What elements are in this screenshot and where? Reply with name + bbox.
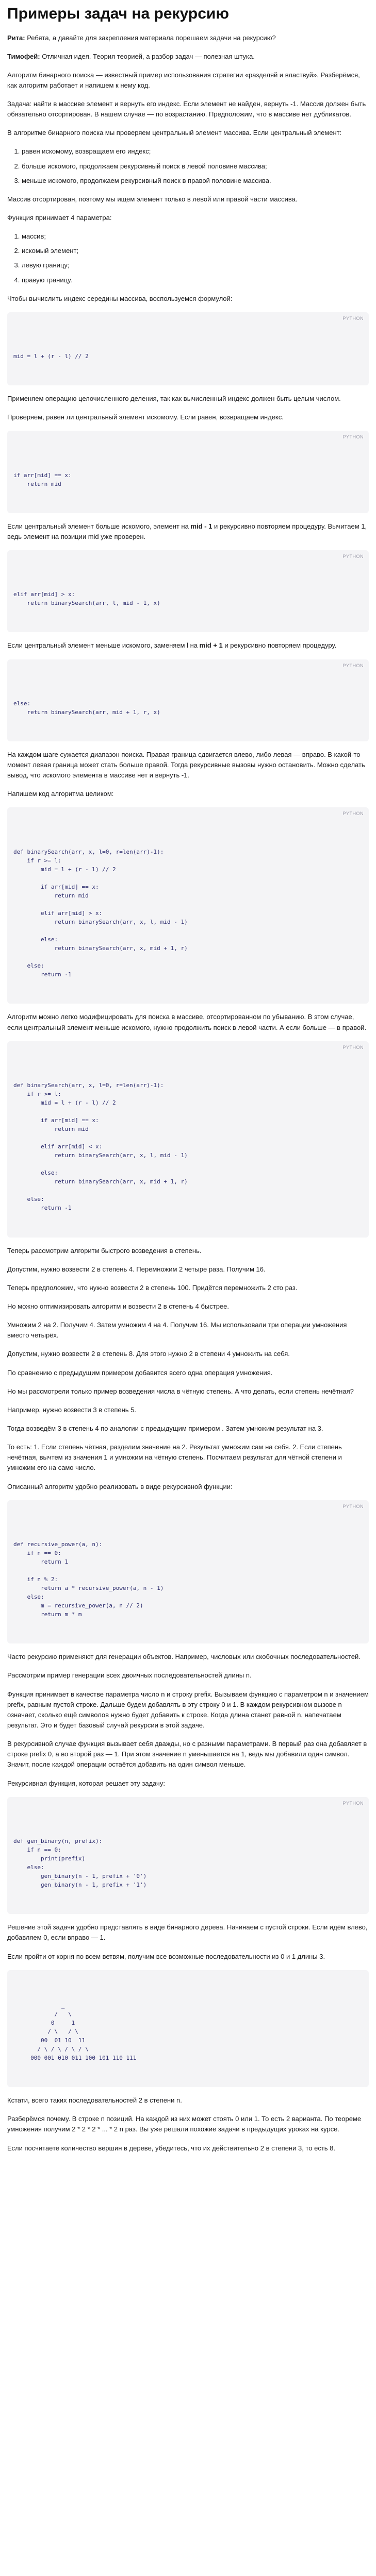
list-item: искомый элемент;	[22, 246, 369, 256]
paragraph: Задача: найти в массиве элемент и вернут…	[7, 100, 366, 118]
code-content: def gen_binary(n, prefix): if n == 0: pr…	[13, 1837, 147, 1889]
paragraph: Допустим, нужно возвести 2 в степень 8. …	[7, 1350, 290, 1358]
code-language-label: PYTHON	[342, 315, 364, 321]
paragraph: Разберёмся почему. В строке n позиций. Н…	[7, 2115, 362, 2133]
paragraph: Если центральный элемент больше искомого…	[7, 522, 367, 540]
list-item: массив;	[22, 231, 369, 242]
code-language-label: PYTHON	[342, 1044, 364, 1050]
paragraph: Алгоритм можно легко модифицировать для …	[7, 1013, 367, 1031]
code-language-label: PYTHON	[342, 434, 364, 440]
paragraph: Но можно оптимизировать алгоритм и возве…	[7, 1302, 229, 1310]
code-block[interactable]: PYTHON if arr[mid] == x: return mid	[7, 431, 369, 513]
paragraph: Функция принимает 4 параметра:	[7, 214, 112, 222]
list-item: больше искомого, продолжаем рекурсивный …	[22, 161, 369, 172]
code-block[interactable]: PYTHON def gen_binary(n, prefix): if n =…	[7, 1797, 369, 1914]
code-language-label: PYTHON	[342, 1503, 364, 1509]
paragraph: Теперь предположим, что нужно возвести 2…	[7, 1283, 298, 1292]
paragraph: Рассмотрим пример генерации всех двоичны…	[7, 1671, 252, 1680]
article: Примеры задач на рекурсию Рита: Ребята, …	[0, 0, 376, 2172]
paragraph: Массив отсортирован, поэтому мы ищем эле…	[7, 195, 298, 203]
list-item: левую границу;	[22, 260, 369, 270]
paragraph: Например, нужно возвести 3 в степень 5.	[7, 1405, 137, 1414]
paragraph: То есть: 1. Если степень чётная, раздели…	[7, 1443, 342, 1472]
code-language-label: PYTHON	[342, 663, 364, 668]
paragraph: Напишем код алгоритма целиком:	[7, 790, 114, 798]
paragraph: Рекурсивная функция, которая решает эту …	[7, 1779, 165, 1787]
code-block[interactable]: PYTHON def binarySearch(arr, x, l=0, r=l…	[7, 1041, 369, 1238]
code-content: if arr[mid] == x: return mid	[13, 471, 72, 487]
page-title: Примеры задач на рекурсию	[7, 5, 229, 22]
code-content: mid = l + (r - l) // 2	[13, 353, 89, 360]
code-content: def binarySearch(arr, x, l=0, r=len(arr)…	[13, 1081, 188, 1212]
speaker-tim: Тимофей:	[7, 52, 40, 60]
paragraph: По сравнению с предыдущим примером добав…	[7, 1368, 273, 1377]
paragraph: Часто рекурсию применяют для генерации о…	[7, 1653, 361, 1661]
paragraph: На каждом шаге сужается диапазон поиска.…	[7, 750, 365, 779]
paragraph: Кстати, всего таких последовательностей …	[7, 2096, 182, 2105]
code-content: def recursive_power(a, n): if n == 0: re…	[13, 1540, 164, 1618]
ordered-list: равен искомому, возвращаем его индекс; б…	[7, 146, 369, 185]
code-language-label: PYTHON	[342, 1800, 364, 1806]
paragraph: Если посчитаете количество вершин в дере…	[7, 2144, 336, 2152]
paragraph: Проверяем, равен ли центральный элемент …	[7, 413, 284, 421]
paragraph: Алгоритм бинарного поиска — известный пр…	[7, 71, 360, 89]
code-language-label: PYTHON	[342, 554, 364, 560]
list-item: правую границу.	[22, 275, 369, 285]
code-language-label: PYTHON	[342, 811, 364, 817]
speaker-rita: Рита:	[7, 33, 25, 42]
intro-tim: Тимофей: Отличная идея. Теория теорией, …	[7, 52, 255, 60]
code-block[interactable]: PYTHON def recursive_power(a, n): if n =…	[7, 1500, 369, 1644]
code-block[interactable]: PYTHON def binarySearch(arr, x, l=0, r=l…	[7, 807, 369, 1004]
list-item: меньше искомого, продолжаем рекурсивный …	[22, 176, 369, 186]
paragraph: Чтобы вычислить индекс середины массива,…	[7, 294, 233, 302]
paragraph: Если пройти от корня по всем ветвям, пол…	[7, 1952, 325, 1960]
binary-tree-block: _ / \ 0 1 / \ / \ 00 01 10 11 / \ / \ / …	[7, 1970, 369, 2088]
paragraph: Допустим, нужно возвести 2 в степень 4. …	[7, 1265, 266, 1273]
paragraph: Но мы рассмотрели только пример возведен…	[7, 1387, 354, 1395]
paragraph: Решение этой задачи удобно представлять …	[7, 1923, 368, 1942]
paragraph: В алгоритме бинарного поиска мы проверяе…	[7, 129, 342, 137]
paragraph: Описанный алгоритм удобно реализовать в …	[7, 1482, 233, 1490]
paragraph: В рекурсивной случае функция вызывает се…	[7, 1740, 367, 1769]
code-block[interactable]: PYTHON mid = l + (r - l) // 2	[7, 312, 369, 386]
list-item: равен искомому, возвращаем его индекс;	[22, 146, 369, 157]
code-content: else: return binarySearch(arr, mid + 1, …	[13, 700, 160, 716]
code-content: def binarySearch(arr, x, l=0, r=len(arr)…	[13, 848, 188, 978]
paragraph: Применяем операцию целочисленного делени…	[7, 395, 341, 403]
paragraph: Если центральный элемент меньше искомого…	[7, 641, 337, 650]
intro-rita: Рита: Ребята, а давайте для закрепления …	[7, 33, 276, 42]
paragraph: Функция принимает в качестве параметра ч…	[7, 1690, 369, 1730]
code-content: elif arr[mid] > x: return binarySearch(a…	[13, 591, 160, 607]
ordered-list: массив; искомый элемент; левую границу; …	[7, 231, 369, 285]
paragraph: Умножим 2 на 2. Получим 4. Затем умножим…	[7, 1321, 347, 1340]
paragraph: Теперь рассмотрим алгоритм быстрого возв…	[7, 1246, 202, 1255]
code-block[interactable]: PYTHON elif arr[mid] > x: return binaryS…	[7, 550, 369, 633]
code-block[interactable]: PYTHON else: return binarySearch(arr, mi…	[7, 659, 369, 741]
binary-tree: _ / \ 0 1 / \ / \ 00 01 10 11 / \ / \ / …	[30, 2002, 137, 2062]
paragraph: Тогда возведём 3 в степень 4 по аналогии…	[7, 1424, 323, 1432]
